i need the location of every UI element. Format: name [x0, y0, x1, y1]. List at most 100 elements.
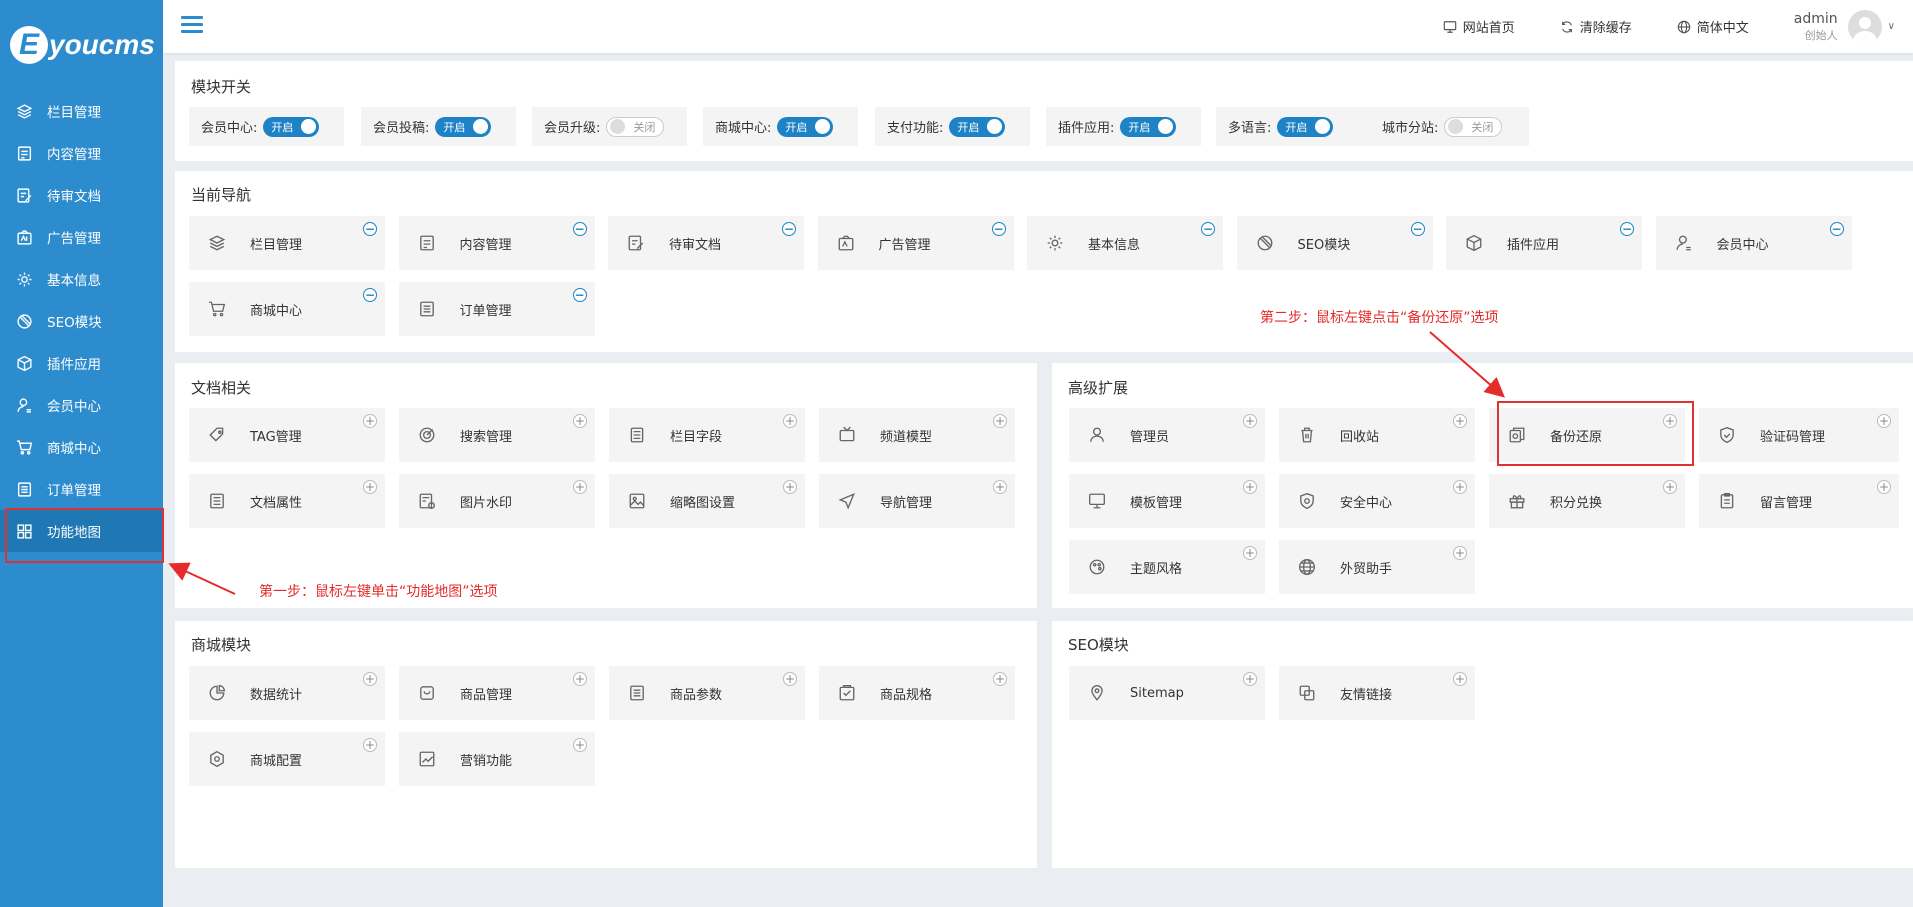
feature-card[interactable]: 导航管理 +	[819, 474, 1015, 528]
feature-card[interactable]: 商品规格 +	[819, 666, 1015, 720]
add-icon[interactable]: +	[783, 414, 797, 428]
module-switch-item: 商城中心: 开启	[703, 107, 858, 146]
feature-card[interactable]: 缩略图设置 +	[609, 474, 805, 528]
sidebar-item-basic[interactable]: 基本信息	[0, 258, 163, 300]
add-icon[interactable]: +	[993, 414, 1007, 428]
add-icon[interactable]: +	[1243, 546, 1257, 560]
add-icon[interactable]: +	[363, 480, 377, 494]
feature-card[interactable]: TAG管理 +	[189, 408, 385, 462]
feature-card[interactable]: 主题风格 +	[1069, 540, 1265, 594]
add-icon[interactable]: +	[573, 480, 587, 494]
switch-toggle[interactable]: 关闭	[1444, 116, 1503, 137]
add-icon[interactable]: +	[993, 480, 1007, 494]
add-icon[interactable]: +	[573, 672, 587, 686]
feature-card[interactable]: 商品管理 +	[399, 666, 595, 720]
feature-card[interactable]: 基本信息 −	[1027, 216, 1223, 270]
remove-icon[interactable]: −	[782, 222, 796, 236]
sidebar-item-content[interactable]: 内容管理	[0, 132, 163, 174]
clear-cache-link[interactable]: 清除缓存	[1560, 17, 1632, 36]
sidebar-item-seo[interactable]: SEO模块	[0, 300, 163, 342]
add-icon[interactable]: +	[573, 414, 587, 428]
sidebar-item-plugins[interactable]: 插件应用	[0, 342, 163, 384]
add-icon[interactable]: +	[1453, 480, 1467, 494]
feature-card[interactable]: 栏目管理 −	[189, 216, 385, 270]
logo[interactable]: Eyoucms	[0, 0, 163, 90]
trash-icon	[1301, 427, 1313, 443]
add-icon[interactable]: +	[1243, 480, 1257, 494]
sidebar-item-members[interactable]: 会员中心	[0, 384, 163, 426]
feature-card[interactable]: 订单管理 −	[398, 282, 595, 336]
remove-icon[interactable]: −	[363, 222, 377, 236]
feature-card[interactable]: 积分兑换 +	[1489, 474, 1685, 528]
switch-toggle[interactable]: 开启	[1120, 116, 1177, 137]
feature-card[interactable]: 留言管理 +	[1699, 474, 1899, 528]
remove-icon[interactable]: −	[572, 288, 587, 302]
switch-toggle[interactable]: 开启	[777, 116, 834, 137]
feature-card[interactable]: 验证码管理 +	[1699, 408, 1899, 462]
feature-card[interactable]: 数据统计 +	[189, 666, 385, 720]
add-icon[interactable]: +	[1877, 480, 1891, 494]
add-icon[interactable]: +	[1663, 480, 1677, 494]
site-home-link[interactable]: 网站首页	[1443, 17, 1515, 36]
remove-icon[interactable]: −	[1620, 222, 1634, 236]
add-icon[interactable]: +	[993, 672, 1007, 686]
feature-card[interactable]: 商城中心 −	[189, 282, 385, 336]
add-icon[interactable]: +	[1243, 414, 1257, 428]
feature-card[interactable]: 待审文档 −	[608, 216, 804, 270]
add-icon[interactable]: +	[1453, 546, 1467, 560]
sidebar-item-columns[interactable]: 栏目管理	[0, 90, 163, 132]
add-icon[interactable]: +	[363, 414, 377, 428]
feature-card-label: SEO模块	[1297, 237, 1351, 253]
feature-card[interactable]: Sitemap +	[1069, 666, 1265, 720]
add-icon[interactable]: +	[1243, 672, 1257, 686]
switch-toggle[interactable]: 开启	[263, 116, 320, 137]
feature-card[interactable]: 回收站 +	[1279, 408, 1475, 462]
feature-card[interactable]: 图片水印 +	[399, 474, 595, 528]
remove-icon[interactable]: −	[1201, 222, 1215, 236]
feature-card[interactable]: 栏目字段 +	[609, 408, 805, 462]
feature-card-label: 数据统计	[250, 687, 303, 703]
user-menu[interactable]: admin 创始人 ∨	[1793, 9, 1895, 44]
feature-card[interactable]: 外贸助手 +	[1279, 540, 1475, 594]
switch-label: 会员投稿:	[373, 121, 430, 136]
add-icon[interactable]: +	[1453, 672, 1467, 686]
user-name: admin	[1793, 10, 1838, 27]
feature-card[interactable]: 会员中心 −	[1655, 216, 1852, 270]
feature-card[interactable]: 搜索管理 +	[399, 408, 595, 462]
add-icon[interactable]: +	[573, 738, 587, 752]
feature-card[interactable]: 友情链接 +	[1279, 666, 1475, 720]
feature-card[interactable]: 营销功能 +	[399, 732, 595, 786]
add-icon[interactable]: +	[1453, 414, 1467, 428]
add-icon[interactable]: +	[1877, 414, 1891, 428]
add-icon[interactable]: +	[363, 672, 377, 686]
switch-toggle[interactable]: 关闭	[606, 116, 665, 137]
language-link[interactable]: 简体中文	[1677, 17, 1749, 36]
feature-card[interactable]: 内容管理 −	[398, 216, 595, 270]
add-icon[interactable]: +	[783, 672, 797, 686]
feature-card[interactable]: 管理员 +	[1069, 408, 1265, 462]
menu-toggle-icon[interactable]	[181, 16, 203, 36]
remove-icon[interactable]: −	[572, 222, 587, 236]
add-icon[interactable]: +	[363, 738, 377, 752]
feature-card[interactable]: 频道模型 +	[819, 408, 1015, 462]
sidebar-item-orders[interactable]: 订单管理	[0, 468, 163, 510]
remove-icon[interactable]: −	[363, 288, 377, 302]
remove-icon[interactable]: −	[1410, 222, 1425, 236]
switch-toggle[interactable]: 开启	[949, 116, 1006, 137]
feature-card[interactable]: SEO模块 −	[1236, 216, 1433, 270]
feature-card[interactable]: 广告管理 −	[817, 216, 1014, 270]
feature-card[interactable]: 商品参数 +	[609, 666, 805, 720]
sidebar-item-ads[interactable]: 广告管理	[0, 216, 163, 258]
feature-card[interactable]: 安全中心 +	[1279, 474, 1475, 528]
switch-toggle[interactable]: 开启	[435, 116, 492, 137]
sidebar-item-pending[interactable]: 待审文档	[0, 174, 163, 216]
feature-card[interactable]: 模板管理 +	[1069, 474, 1265, 528]
sidebar-item-shop[interactable]: 商城中心	[0, 426, 163, 468]
feature-card[interactable]: 插件应用 −	[1446, 216, 1642, 270]
feature-card[interactable]: 文档属性 +	[189, 474, 385, 528]
feature-card[interactable]: 商城配置 +	[189, 732, 385, 786]
remove-icon[interactable]: −	[991, 222, 1006, 236]
switch-toggle[interactable]: 开启	[1277, 116, 1334, 137]
add-icon[interactable]: +	[783, 480, 797, 494]
remove-icon[interactable]: −	[1829, 222, 1844, 236]
